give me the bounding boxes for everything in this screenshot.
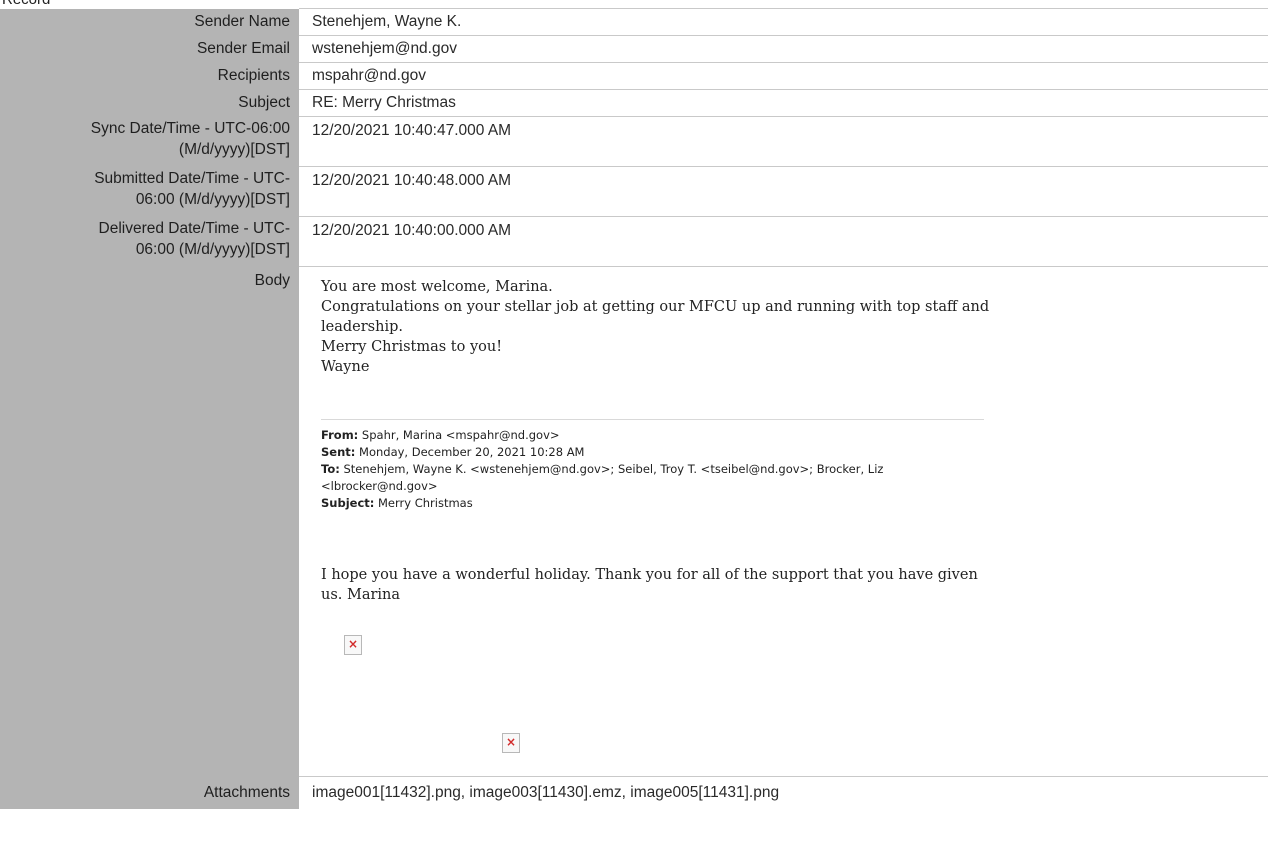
label-submitted-line1: Submitted Date/Time - UTC- bbox=[94, 169, 290, 187]
quoted-line: us. Marina bbox=[321, 587, 401, 603]
value-sync-datetime: 12/20/2021 10:40:47.000 AM bbox=[299, 116, 1268, 167]
email-message: You are most welcome, Marina. Congratula… bbox=[321, 277, 1241, 377]
label-subject: Subject bbox=[0, 89, 299, 117]
value-delivered-datetime: 12/20/2021 10:40:00.000 AM bbox=[299, 216, 1268, 267]
quoted-sent-value: Monday, December 20, 2021 10:28 AM bbox=[355, 445, 585, 459]
label-delivered-line2: 06:00 (M/d/yyyy)[DST] bbox=[135, 240, 290, 258]
row-body: Body You are most welcome, Marina. Congr… bbox=[0, 266, 1268, 777]
quoted-message: I hope you have a wonderful holiday. Tha… bbox=[321, 565, 1221, 605]
row-delivered-datetime: Delivered Date/Time - UTC- 06:00 (M/d/yy… bbox=[0, 216, 1268, 267]
record-heading: Record bbox=[2, 0, 50, 8]
label-submitted-line2: 06:00 (M/d/yyyy)[DST] bbox=[135, 190, 290, 208]
message-line: You are most welcome, Marina. bbox=[321, 279, 553, 295]
row-submitted-datetime: Submitted Date/Time - UTC- 06:00 (M/d/yy… bbox=[0, 166, 1268, 217]
label-delivered-datetime: Delivered Date/Time - UTC- 06:00 (M/d/yy… bbox=[0, 216, 299, 267]
broken-image-icon: × bbox=[502, 733, 520, 753]
quoted-from: From: Spahr, Marina <mspahr@nd.gov> bbox=[321, 427, 1081, 444]
quoted-to-label: To: bbox=[321, 462, 340, 476]
message-signature: Wayne bbox=[321, 359, 370, 375]
quoted-to-value: Stenehjem, Wayne K. <wstenehjem@nd.gov>;… bbox=[339, 462, 884, 476]
quoted-subject-value: Merry Christmas bbox=[374, 496, 473, 510]
value-recipients: mspahr@nd.gov bbox=[299, 62, 1268, 90]
row-attachments: Attachments image001[11432].png, image00… bbox=[0, 776, 1268, 809]
value-sender-email: wstenehjem@nd.gov bbox=[299, 35, 1268, 63]
row-sync-datetime: Sync Date/Time - UTC-06:00 (M/d/yyyy)[DS… bbox=[0, 116, 1268, 167]
label-delivered-line1: Delivered Date/Time - UTC- bbox=[98, 219, 291, 237]
quoted-sent-label: Sent: bbox=[321, 445, 356, 459]
quoted-subject-label: Subject: bbox=[321, 496, 375, 510]
quoted-divider bbox=[321, 419, 984, 420]
broken-image-x: × bbox=[348, 637, 359, 651]
value-body: You are most welcome, Marina. Congratula… bbox=[299, 266, 1268, 777]
label-sync-line2: (M/d/yyyy)[DST] bbox=[178, 140, 290, 158]
broken-image-x: × bbox=[506, 735, 517, 749]
message-line: leadership. bbox=[321, 319, 403, 335]
row-sender-name: Sender Name Stenehjem, Wayne K. bbox=[0, 8, 1268, 36]
row-subject: Subject RE: Merry Christmas bbox=[0, 89, 1268, 117]
value-attachments: image001[11432].png, image003[11430].emz… bbox=[299, 776, 1268, 809]
label-body: Body bbox=[0, 266, 299, 777]
value-submitted-datetime: 12/20/2021 10:40:48.000 AM bbox=[299, 166, 1268, 217]
row-sender-email: Sender Email wstenehjem@nd.gov bbox=[0, 35, 1268, 63]
email-body-container: You are most welcome, Marina. Congratula… bbox=[299, 267, 1268, 776]
message-line: Congratulations on your stellar job at g… bbox=[321, 299, 990, 315]
value-sender-name: Stenehjem, Wayne K. bbox=[299, 8, 1268, 36]
quoted-subject: Subject: Merry Christmas bbox=[321, 495, 1081, 512]
label-sender-name: Sender Name bbox=[0, 8, 299, 36]
value-subject: RE: Merry Christmas bbox=[299, 89, 1268, 117]
broken-image-icon: × bbox=[344, 635, 362, 655]
quoted-from-label: From: bbox=[321, 428, 359, 442]
quoted-to: To: Stenehjem, Wayne K. <wstenehjem@nd.g… bbox=[321, 461, 1081, 478]
quoted-header: From: Spahr, Marina <mspahr@nd.gov> Sent… bbox=[321, 427, 1081, 512]
label-attachments: Attachments bbox=[0, 776, 299, 809]
quoted-to-continued: <lbrocker@nd.gov> bbox=[321, 479, 438, 493]
quoted-line: I hope you have a wonderful holiday. Tha… bbox=[321, 567, 978, 583]
row-recipients: Recipients mspahr@nd.gov bbox=[0, 62, 1268, 90]
record-page: Record Sender Name Stenehjem, Wayne K. S… bbox=[0, 0, 1268, 854]
record-table: Sender Name Stenehjem, Wayne K. Sender E… bbox=[0, 8, 1268, 809]
quoted-from-value: Spahr, Marina <mspahr@nd.gov> bbox=[358, 428, 560, 442]
label-submitted-datetime: Submitted Date/Time - UTC- 06:00 (M/d/yy… bbox=[0, 166, 299, 217]
label-sync-line1: Sync Date/Time - UTC-06:00 bbox=[90, 119, 290, 137]
label-sync-datetime: Sync Date/Time - UTC-06:00 (M/d/yyyy)[DS… bbox=[0, 116, 299, 167]
label-sender-email: Sender Email bbox=[0, 35, 299, 63]
quoted-sent: Sent: Monday, December 20, 2021 10:28 AM bbox=[321, 444, 1081, 461]
message-line: Merry Christmas to you! bbox=[321, 339, 503, 355]
label-recipients: Recipients bbox=[0, 62, 299, 90]
